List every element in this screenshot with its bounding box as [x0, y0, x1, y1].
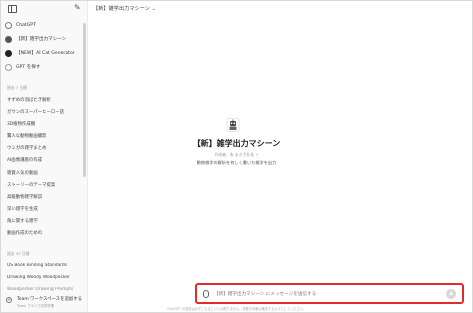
chat-history-item[interactable]: Woodpecker Drawing Prompts — [7, 287, 81, 293]
sidebar-header: ✎ — [1, 1, 87, 17]
chat-history-item[interactable]: 深い雑学を生成 — [7, 206, 81, 212]
sidebar-item-label: 【新】雑学出力マシーン — [16, 37, 67, 42]
model-selector[interactable]: 【新】雑学出力マシーン ⌄ — [93, 5, 156, 12]
sidebar-item-ai-cat-generator[interactable]: 【NEW】AI Cat Generator — [5, 47, 81, 59]
gpt-title: 【新】雑学出力マシーン — [192, 139, 281, 148]
sidebar-item-label: 【NEW】AI Cat Generator — [16, 51, 75, 56]
chat-history-item[interactable]: ストーリーのテーマ提案 — [7, 182, 81, 188]
robot-avatar-icon — [226, 118, 240, 132]
sidebar-item-zatsugaku-machine[interactable]: 【新】雑学出力マシーン — [5, 33, 81, 45]
cat-avatar-icon — [5, 49, 12, 57]
robot-avatar-icon — [5, 35, 12, 43]
chat-history-item[interactable]: ガウンのスーパーヒーロー話 — [7, 109, 81, 115]
chat-history-item[interactable]: 雑貨人気の動画 — [7, 170, 81, 176]
chat-history-item[interactable]: US Book Binding Standards — [7, 263, 81, 268]
attach-paperclip-icon[interactable] — [203, 290, 209, 298]
sidebar-item-label: ChatGPT — [16, 22, 36, 28]
gpt-description: 動物雑学の解析を何しく書いた雑学を出力 — [196, 160, 277, 165]
grid-icon — [5, 63, 12, 71]
chat-history-item[interactable]: 動画作成のための — [7, 230, 81, 236]
chat-history-item[interactable]: 3D植物作成機 — [7, 121, 81, 127]
sidebar-item-chatgpt[interactable]: ChatGPT — [5, 19, 81, 31]
gpt-author[interactable]: 作成者：朱 まき子社長 ↗ — [0, 152, 473, 158]
chat-history-item[interactable]: 角に関する雑学 — [7, 218, 81, 224]
chat-history-item[interactable]: Drawing Woody Woodpecker — [7, 275, 81, 280]
chat-history-item[interactable]: すずめの羽ばたき解析 — [7, 97, 81, 103]
sidebar-toggle-icon[interactable] — [8, 5, 17, 13]
new-chat-edit-icon[interactable]: ✎ — [74, 3, 81, 13]
plus-circle-icon: + — [6, 297, 12, 303]
chat-history-item[interactable]: 高級動物雑学解説 — [7, 194, 81, 200]
section-label-30days: 過去 30 日間 — [7, 251, 30, 256]
chatgpt-icon — [5, 21, 12, 29]
sidebar-item-explore-gpts[interactable]: GPT を探す — [5, 61, 81, 73]
send-button[interactable] — [446, 289, 456, 299]
disclaimer-footer: ChatGPT の回答は必ずしも正しいとは限りません。重要な情報は確認するように… — [167, 307, 306, 311]
team-upgrade-label: Team ワークスペースを追加する — [17, 297, 83, 302]
sidebar-item-label: GPT を探す — [16, 65, 41, 70]
message-input-box[interactable]: 【新】雑学出力マシーン にメッセージを送信する — [195, 283, 464, 304]
section-label-7days: 過去 7 日間 — [7, 85, 28, 90]
message-input-placeholder[interactable]: 【新】雑学出力マシーン にメッセージを送信する — [214, 291, 316, 297]
